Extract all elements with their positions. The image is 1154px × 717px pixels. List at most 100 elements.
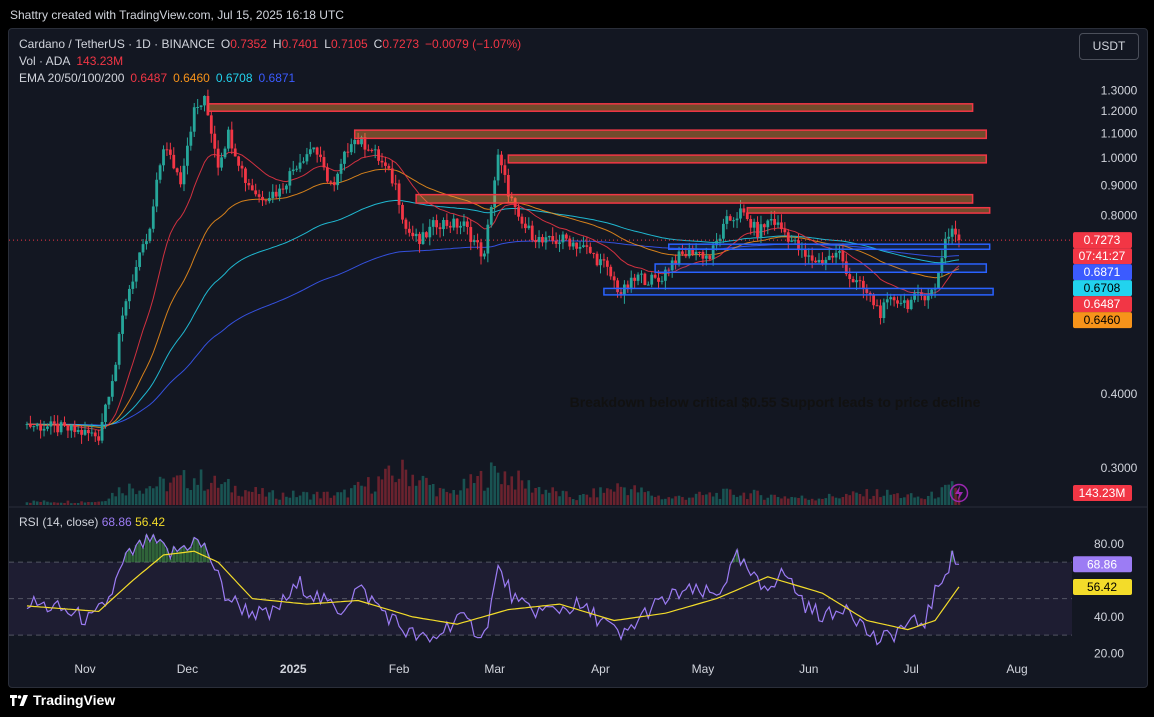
candle-body[interactable] [424,232,428,238]
candle-body[interactable] [752,221,756,228]
candle-body[interactable] [517,207,520,217]
resistance-zone[interactable] [746,206,991,214]
candle-body[interactable] [117,333,121,365]
candle-body[interactable] [793,240,797,242]
candle-body[interactable] [182,165,186,185]
candle-body[interactable] [756,221,759,238]
candle-body[interactable] [155,179,159,207]
candle-body[interactable] [104,404,107,422]
candle-body[interactable] [28,424,32,427]
candle-body[interactable] [595,253,599,266]
candle-body[interactable] [684,253,688,257]
candle-body[interactable] [93,432,97,437]
candle-body[interactable] [564,234,568,239]
candle-body[interactable] [909,299,913,310]
candle-body[interactable] [223,148,227,158]
candle-body[interactable] [145,241,148,245]
candle-body[interactable] [151,206,155,229]
candle-body[interactable] [66,425,70,431]
candle-body[interactable] [336,173,340,186]
candle-body[interactable] [288,171,292,186]
candle-body[interactable] [486,224,490,254]
candle-body[interactable] [39,424,43,431]
candle-body[interactable] [875,305,879,307]
candle-body[interactable] [612,276,616,281]
candle-body[interactable] [527,225,531,229]
candle-body[interactable] [728,216,732,221]
candle-body[interactable] [134,266,138,282]
candle-body[interactable] [165,149,169,151]
candle-body[interactable] [438,227,442,230]
candle-body[interactable] [332,182,336,186]
candle-body[interactable] [575,242,579,249]
candle-body[interactable] [465,221,469,228]
candle-body[interactable] [530,225,534,241]
candle-body[interactable] [585,245,589,247]
candle-body[interactable] [377,149,380,161]
candle-body[interactable] [97,436,101,441]
candle-body[interactable] [407,228,411,233]
candle-body[interactable] [428,226,432,238]
candle-body[interactable] [192,107,196,132]
candle-body[interactable] [520,216,524,224]
candle-body[interactable] [742,208,746,213]
candle-body[interactable] [308,149,312,155]
candle-body[interactable] [947,236,951,239]
candle-body[interactable] [547,236,551,238]
candle-body[interactable] [254,190,258,195]
candle-body[interactable] [127,288,131,302]
candle-body[interactable] [725,216,729,224]
candle-body[interactable] [718,238,722,241]
candle-body[interactable] [230,129,234,149]
candle-body[interactable] [274,191,278,197]
candle-body[interactable] [56,423,60,433]
candle-body[interactable] [322,157,326,168]
symbol-label[interactable]: Cardano / TetherUS · 1D · BINANCE [19,37,215,51]
candle-body[interactable] [561,234,565,243]
candle-body[interactable] [937,273,940,288]
candle-body[interactable] [339,163,343,174]
candle-body[interactable] [35,424,39,427]
candle-body[interactable] [295,168,299,170]
candle-body[interactable] [261,196,264,201]
rsi-label[interactable]: RSI (14, close) [19,515,98,529]
candle-body[interactable] [722,223,725,239]
candle-body[interactable] [87,429,90,434]
candle-body[interactable] [923,295,927,301]
candle-body[interactable] [76,429,80,433]
candle-body[interactable] [640,273,643,275]
candle-body[interactable] [346,151,350,153]
candle-body[interactable] [452,218,456,228]
candle-body[interactable] [681,251,684,254]
candle-body[interactable] [168,149,172,155]
candle-body[interactable] [759,224,763,238]
candle-body[interactable] [271,191,275,199]
candle-body[interactable] [49,421,53,427]
candle-body[interactable] [264,200,268,202]
candle-body[interactable] [571,242,575,247]
candle-body[interactable] [455,218,459,228]
candle-body[interactable] [704,255,708,259]
candle-body[interactable] [394,183,398,185]
candle-body[interactable] [776,222,780,225]
candle-body[interactable] [59,422,63,433]
candle-body[interactable] [401,204,404,220]
candle-body[interactable] [957,234,961,241]
candle-body[interactable] [851,279,855,283]
candle-body[interactable] [698,251,701,253]
candle-body[interactable] [380,160,384,163]
candle-body[interactable] [69,425,73,431]
candle-body[interactable] [701,251,705,259]
candle-body[interactable] [708,255,712,260]
candle-body[interactable] [291,169,295,172]
candle-body[interactable] [107,396,111,405]
candle-body[interactable] [216,148,220,168]
candle-body[interactable] [899,302,903,304]
candle-body[interactable] [240,165,244,169]
resistance-zone[interactable] [415,193,974,204]
candle-body[interactable] [114,364,118,382]
candle-body[interactable] [370,149,374,151]
candle-body[interactable] [110,381,114,397]
candle-body[interactable] [285,185,288,190]
candle-body[interactable] [397,183,401,205]
